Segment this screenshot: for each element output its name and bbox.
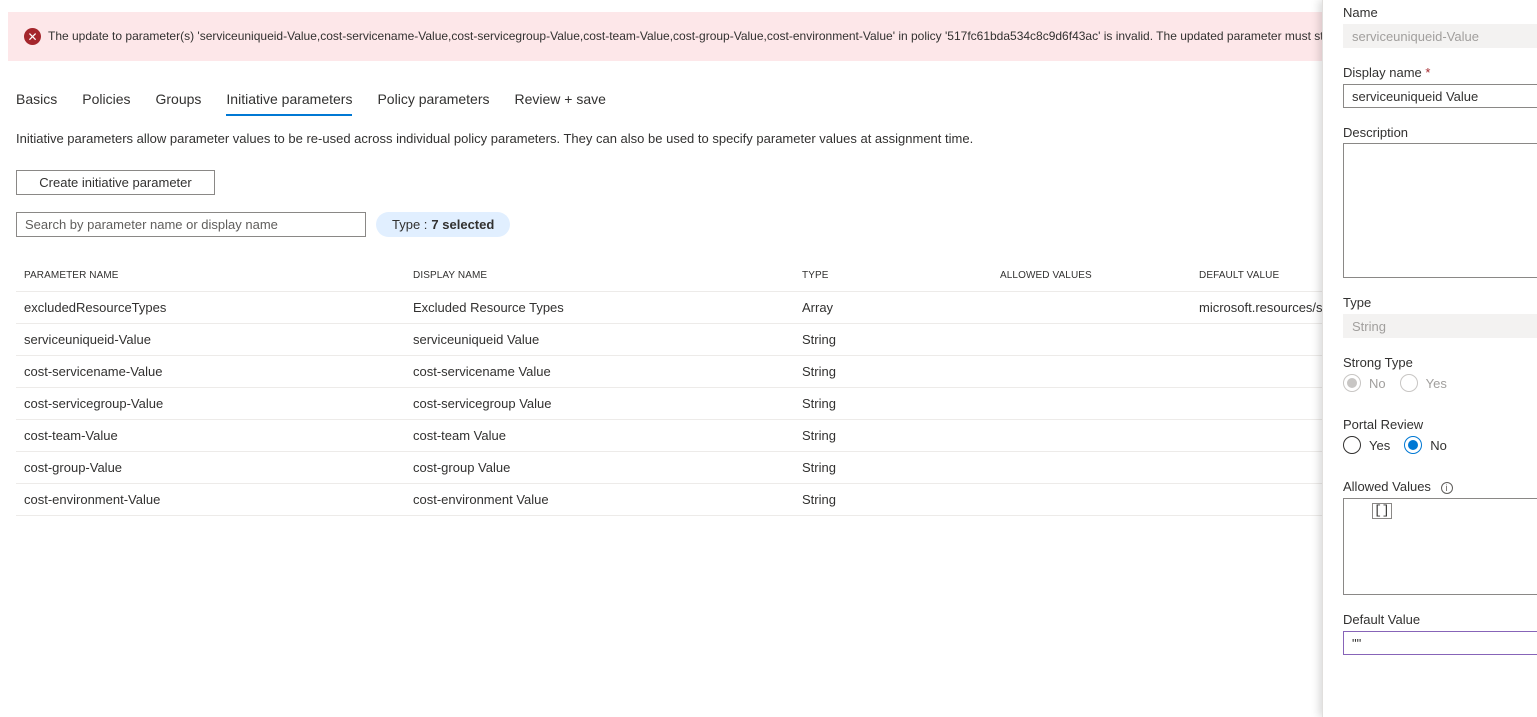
- allowed-values-editor[interactable]: []: [1343, 498, 1537, 595]
- search-input[interactable]: [16, 212, 366, 237]
- display-name-label-text: Display name: [1343, 65, 1422, 80]
- error-message: The update to parameter(s) 'serviceuniqu…: [48, 29, 1328, 43]
- portal-review-yes-radio[interactable]: [1343, 436, 1361, 454]
- strong-type-radio-group: No Yes: [1343, 374, 1461, 392]
- parameters-table: PARAMETER NAME DISPLAY NAME TYPE ALLOWED…: [16, 259, 1322, 516]
- table-row[interactable]: serviceuniqueid-Value serviceuniqueid Va…: [16, 324, 1322, 356]
- cell-type: String: [802, 460, 836, 475]
- allowed-values-content: []: [1372, 503, 1392, 519]
- cell-type: String: [802, 428, 836, 443]
- error-icon: ✕: [24, 28, 41, 45]
- tab-review-save[interactable]: Review + save: [515, 91, 606, 116]
- type-filter-label: Type :: [392, 217, 428, 232]
- header-default-value[interactable]: DEFAULT VALUE: [1191, 270, 1322, 281]
- description-textarea[interactable]: [1343, 143, 1537, 278]
- cell-parameter-name: cost-environment-Value: [24, 492, 161, 507]
- cell-parameter-name: cost-servicename-Value: [24, 364, 163, 379]
- name-field: [1343, 24, 1537, 48]
- error-banner: ✕ The update to parameter(s) 'serviceuni…: [8, 12, 1328, 61]
- table-row[interactable]: cost-servicegroup-Value cost-servicegrou…: [16, 388, 1322, 420]
- info-icon[interactable]: i: [1440, 481, 1453, 494]
- portal-review-yes-label: Yes: [1369, 437, 1391, 453]
- cell-type: Array: [802, 300, 834, 315]
- strong-type-label: Strong Type: [1343, 355, 1413, 370]
- cell-type: String: [802, 332, 836, 347]
- table-row[interactable]: excludedResourceTypes Excluded Resource …: [16, 292, 1322, 324]
- cell-parameter-name: cost-team-Value: [24, 428, 118, 443]
- create-initiative-parameter-button[interactable]: Create initiative parameter: [16, 170, 215, 195]
- allowed-values-label: Allowed Values i: [1343, 479, 1453, 494]
- default-value-label: Default Value: [1343, 612, 1421, 627]
- tab-initiative-parameters[interactable]: Initiative parameters: [226, 91, 353, 116]
- header-parameter-name[interactable]: PARAMETER NAME: [16, 270, 405, 281]
- cell-type: String: [802, 396, 836, 411]
- header-allowed-values[interactable]: ALLOWED VALUES: [992, 270, 1191, 281]
- portal-review-radio-group: Yes No: [1343, 436, 1461, 454]
- strong-type-yes-label: Yes: [1425, 375, 1447, 391]
- type-filter-pill[interactable]: Type : 7 selected: [376, 212, 511, 237]
- edit-parameter-panel: Name Display name * Description Type Str…: [1322, 0, 1537, 717]
- cell-type: String: [802, 492, 836, 507]
- type-filter-value: 7 selected: [431, 217, 495, 232]
- name-label: Name: [1343, 5, 1378, 20]
- tab-basics[interactable]: Basics: [16, 91, 57, 116]
- table-header: PARAMETER NAME DISPLAY NAME TYPE ALLOWED…: [16, 259, 1322, 292]
- cell-parameter-name: excludedResourceTypes: [24, 300, 167, 315]
- cell-display-name: cost-servicegroup Value: [413, 396, 552, 411]
- table-row[interactable]: cost-group-Value cost-group Value String: [16, 452, 1322, 484]
- cell-parameter-name: cost-servicegroup-Value: [24, 396, 164, 411]
- strong-type-yes-radio: [1399, 374, 1418, 392]
- cell-parameter-name: serviceuniqueid-Value: [24, 332, 151, 347]
- table-row[interactable]: cost-team-Value cost-team Value String: [16, 420, 1322, 452]
- allowed-values-label-text: Allowed Values: [1343, 479, 1431, 494]
- cell-display-name: serviceuniqueid Value: [413, 332, 540, 347]
- cell-parameter-name: cost-group-Value: [24, 460, 123, 475]
- tab-policies[interactable]: Policies: [82, 91, 130, 116]
- required-marker: *: [1425, 65, 1431, 80]
- strong-type-no-label: No: [1369, 375, 1386, 391]
- strong-type-no-radio: [1343, 374, 1361, 392]
- cell-display-name: Excluded Resource Types: [413, 300, 564, 315]
- cell-display-name: cost-environment Value: [413, 492, 549, 507]
- table-row[interactable]: cost-servicename-Value cost-servicename …: [16, 356, 1322, 388]
- default-value-field[interactable]: [1343, 631, 1537, 655]
- description-label: Description: [1343, 125, 1409, 140]
- portal-review-label: Portal Review: [1343, 417, 1424, 432]
- header-display-name[interactable]: DISPLAY NAME: [405, 270, 794, 281]
- display-name-field[interactable]: [1343, 84, 1537, 108]
- tab-policy-parameters[interactable]: Policy parameters: [377, 91, 489, 116]
- cell-display-name: cost-team Value: [413, 428, 506, 443]
- table-row[interactable]: cost-environment-Value cost-environment …: [16, 484, 1322, 516]
- header-type[interactable]: TYPE: [794, 270, 992, 281]
- type-label: Type: [1343, 295, 1372, 310]
- type-field: [1343, 314, 1537, 338]
- tab-bar: Basics Policies Groups Initiative parame…: [16, 91, 631, 116]
- cell-display-name: cost-servicename Value: [413, 364, 551, 379]
- cell-display-name: cost-group Value: [413, 460, 511, 475]
- cell-type: String: [802, 364, 836, 379]
- cell-default-value: microsoft.resources/s: [1199, 300, 1322, 315]
- tab-groups[interactable]: Groups: [155, 91, 201, 116]
- display-name-label: Display name *: [1343, 65, 1430, 80]
- portal-review-no-label: No: [1430, 437, 1447, 453]
- page-description: Initiative parameters allow parameter va…: [16, 131, 974, 146]
- portal-review-no-radio[interactable]: [1404, 436, 1423, 454]
